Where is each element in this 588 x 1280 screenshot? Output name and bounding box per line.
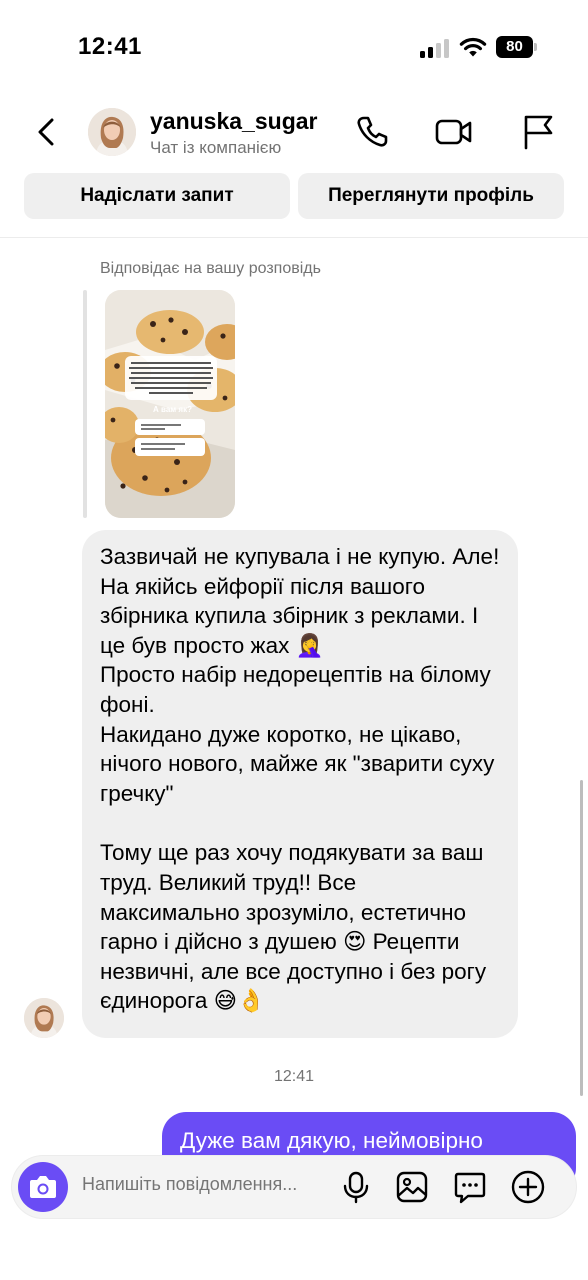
message-paragraph: Зазвичай не купувала і не купую. Але! На… xyxy=(100,544,506,658)
chat-subtitle: Чат із компанією xyxy=(150,138,282,157)
flag-icon[interactable] xyxy=(518,112,558,152)
message-paragraph: Накидано дуже коротко, не цікаво, нічого… xyxy=(100,721,501,806)
gallery-icon[interactable] xyxy=(394,1169,430,1205)
camera-button[interactable] xyxy=(18,1162,68,1212)
story-question: А вам як? xyxy=(153,405,192,414)
send-request-button[interactable]: Надіслати запит xyxy=(24,173,290,219)
header-divider xyxy=(0,237,588,238)
status-bar: 12:41 80 xyxy=(0,0,588,96)
incoming-message-bubble[interactable]: Зазвичай не купувала і не купую. Але! На… xyxy=(82,530,518,1038)
avatar[interactable] xyxy=(88,108,136,156)
reply-label: Відповідає на вашу розповідь xyxy=(100,260,321,277)
plus-icon[interactable] xyxy=(510,1169,546,1205)
camera-icon xyxy=(30,1176,56,1198)
cellular-signal-icon xyxy=(420,38,450,58)
back-chevron-icon[interactable] xyxy=(26,112,66,152)
sticker-icon[interactable] xyxy=(452,1169,488,1205)
cookies-photo: А вам як? xyxy=(105,290,235,518)
sender-avatar[interactable] xyxy=(24,998,64,1038)
message-composer xyxy=(12,1156,576,1218)
message-timestamp: 12:41 xyxy=(273,1068,315,1085)
chat-username[interactable]: yanuska_sugar xyxy=(150,108,317,135)
message-paragraph: Просто набір недорецептів на білому фоні… xyxy=(100,662,498,717)
chat-header: yanuska_sugar Чат із компанією xyxy=(0,100,588,166)
phone-icon[interactable] xyxy=(352,112,392,152)
avatar-portrait xyxy=(88,108,136,156)
outgoing-message-text: Дуже вам дякую, неймовірно xyxy=(180,1128,483,1153)
status-time: 12:41 xyxy=(78,33,142,60)
message-input[interactable] xyxy=(82,1174,332,1195)
view-profile-button[interactable]: Переглянути профіль xyxy=(298,173,564,219)
scrollbar[interactable] xyxy=(580,780,583,1096)
wifi-icon xyxy=(459,37,487,57)
reply-indicator-bar xyxy=(83,290,87,518)
message-paragraph: Тому ще раз хочу подякувати за ваш труд.… xyxy=(100,840,493,1014)
avatar-portrait xyxy=(24,998,64,1038)
battery-icon: 80 xyxy=(496,36,538,58)
story-thumbnail[interactable]: А вам як? xyxy=(105,290,235,518)
video-camera-icon[interactable] xyxy=(434,112,474,152)
microphone-icon[interactable] xyxy=(338,1169,374,1205)
battery-level: 80 xyxy=(496,36,533,58)
